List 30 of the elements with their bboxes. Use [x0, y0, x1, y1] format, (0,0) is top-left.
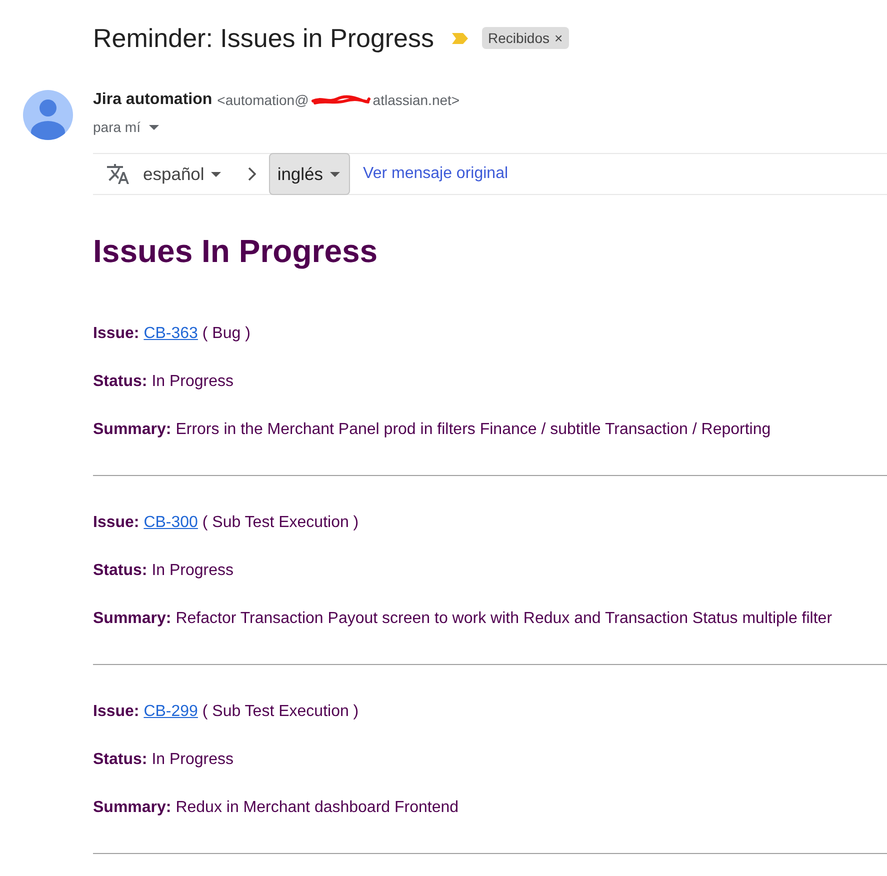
issue-link[interactable]: CB-363 [144, 325, 198, 342]
remove-label-button[interactable]: × [554, 30, 563, 46]
caret-icon [211, 172, 222, 176]
summary-line: Summary: Errors in the Merchant Panel prod in filters Finance / subtitle Transaction / Reporting [93, 420, 772, 439]
issue-link[interactable]: CB-299 [144, 703, 198, 720]
status-line: Status: In Progress [93, 750, 234, 769]
translate-icon [106, 162, 130, 186]
status-line: Status: In Progress [93, 372, 234, 391]
source-language-dropdown[interactable]: español [143, 164, 222, 184]
email-subject: Reminder: Issues in Progress [93, 23, 434, 53]
issue-link[interactable]: CB-300 [144, 514, 198, 531]
avatar-icon [23, 90, 73, 140]
view-original-link[interactable]: Ver mensaje original [363, 165, 508, 183]
chevron-right-icon [248, 167, 256, 181]
sender-email: atlassian.net> [372, 92, 460, 108]
target-language-dropdown[interactable]: inglés [269, 153, 350, 195]
summary-line: Summary: Redux in Merchant dashboard Frontend [93, 798, 460, 817]
issue-line: Issue: CB-363 ( Bug ) [93, 324, 252, 343]
sender-name: Jira automation [93, 91, 212, 109]
sender-email: <automation@ [217, 92, 309, 108]
label-name: Recibidos [488, 30, 550, 46]
issue-line: Issue: CB-299 ( Sub Test Execution ) [93, 702, 360, 721]
summary-line: Summary: Refactor Transaction Payout screen to work with Redux and Transaction Status multiple filter [93, 609, 834, 628]
caret-icon [149, 124, 160, 130]
recipient-dropdown[interactable]: para mí [93, 118, 160, 136]
status-line: Status: In Progress [93, 561, 234, 580]
caret-icon [330, 172, 340, 176]
issue-line: Issue: CB-300 ( Sub Test Execution ) [93, 513, 360, 532]
email-heading: Issues In Progress [93, 233, 379, 270]
importance-marker-icon[interactable] [452, 32, 468, 44]
